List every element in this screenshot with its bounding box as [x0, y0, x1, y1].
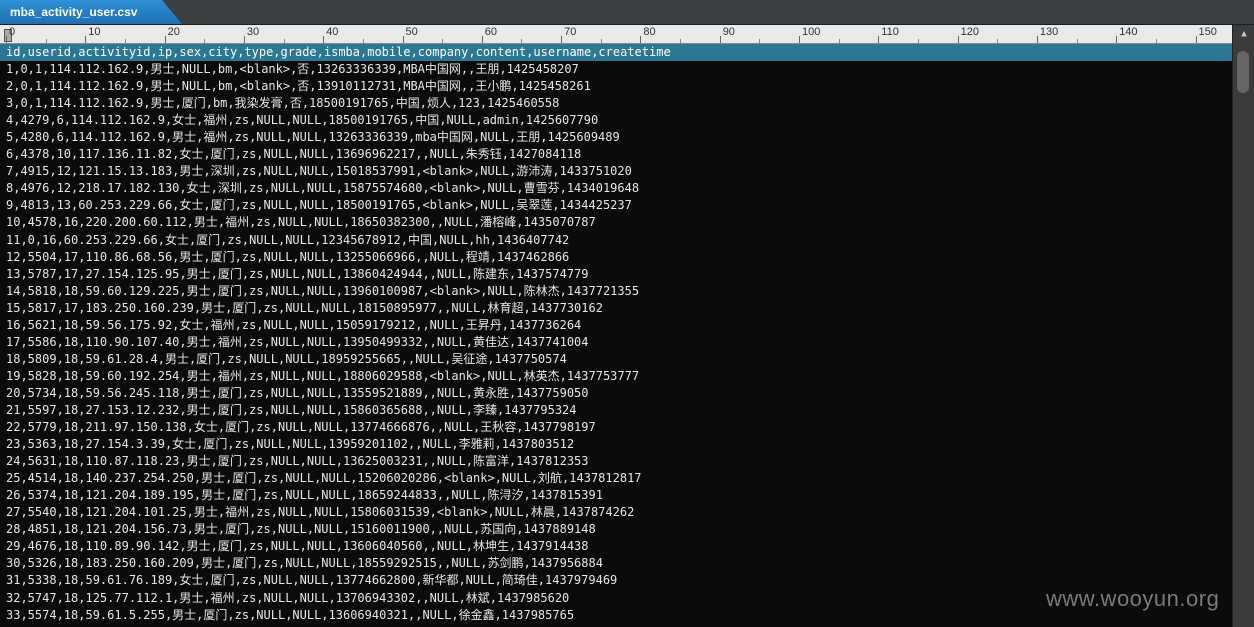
ruler-minor-tick [1076, 39, 1078, 43]
editor-line[interactable]: 6,4378,10,117.136.11.82,女士,厦门,zs,NULL,NU… [0, 146, 1232, 163]
editor-line[interactable]: 5,4280,6,114.112.162.9,男士,福州,zs,NULL,NUL… [0, 129, 1232, 146]
watermark: www.wooyun.org [1046, 586, 1220, 611]
ruler-label: 100 [802, 26, 821, 38]
editor-line[interactable]: 1,0,1,114.112.162.9,男士,NULL,bm,<blank>,否… [0, 61, 1232, 78]
chevron-up-icon[interactable]: ▲ [1236, 27, 1252, 41]
ruler-tick [799, 36, 800, 43]
ruler-label: 70 [564, 26, 577, 38]
editor-line[interactable]: 27,5540,18,121.204.101.25,男士,福州,zs,NULL,… [0, 504, 1232, 521]
editor-line[interactable]: 9,4813,13,60.253.229.66,女士,厦门,zs,NULL,NU… [0, 197, 1232, 214]
ruler-label: 130 [1039, 26, 1059, 38]
ruler-minor-tick [442, 39, 444, 43]
text-editor[interactable]: id,userid,activityid,ip,sex,city,type,gr… [0, 44, 1232, 627]
editor-line[interactable]: 7,4915,12,121.15.13.183,男士,深圳,zs,NULL,NU… [0, 163, 1232, 180]
ruler-label: 20 [167, 26, 180, 38]
editor-line[interactable]: 30,5326,18,183.250.160.209,男士,厦门,zs,NULL… [0, 555, 1232, 572]
ruler-tick [1116, 36, 1118, 43]
ruler-minor-tick [997, 39, 999, 43]
ruler-tick [6, 36, 7, 43]
ruler-minor-tick [362, 39, 364, 43]
ruler-label: 30 [246, 26, 260, 38]
ruler-tick [164, 36, 166, 43]
editor-line[interactable]: 28,4851,18,121.204.156.73,男士,厦门,zs,NULL,… [0, 521, 1232, 538]
column-ruler: 0 10 20 30 40 50 60 70 80 90 100 110 120 130 140 150 [0, 25, 1232, 44]
vertical-scrollbar[interactable]: ▲ [1232, 25, 1254, 627]
editor-line[interactable]: 16,5621,18,59.56.175.92,女士,福州,zs,NULL,NU… [0, 317, 1232, 334]
editor-line[interactable]: 15,5817,17,183.250.160.239,男士,厦门,zs,NULL… [0, 300, 1232, 317]
editor-line[interactable]: 11,0,16,60.253.229.66,女士,厦门,zs,NULL,NULL… [0, 232, 1232, 249]
ruler-label: 60 [484, 26, 498, 38]
ruler-label: 80 [643, 26, 656, 38]
ruler-minor-tick [204, 39, 206, 43]
editor-line[interactable]: 23,5363,18,27.154.3.39,女士,厦门,zs,NULL,NUL… [0, 436, 1232, 453]
editor-line[interactable]: 19,5828,18,59.60.192.254,男士,福州,zs,NULL,N… [0, 368, 1232, 385]
ruler-minor-tick [680, 39, 682, 43]
ruler-minor-tick [283, 39, 285, 43]
tab-file[interactable]: mba_activity_user.csv [0, 0, 182, 24]
ruler-tick [1195, 36, 1197, 43]
ruler-label: 110 [881, 26, 899, 38]
ruler-tick [561, 36, 563, 43]
ruler-minor-tick [521, 39, 523, 43]
editor-line[interactable]: 17,5586,18,110.90.107.40,男士,福州,zs,NULL,N… [0, 334, 1232, 351]
ruler-tick [640, 36, 642, 43]
editor-line[interactable]: 8,4976,12,218.17.182.130,女士,深圳,zs,NULL,N… [0, 180, 1232, 197]
editor-line[interactable]: 4,4279,6,114.112.162.9,女士,福州,zs,NULL,NUL… [0, 112, 1232, 129]
ruler-label: 40 [326, 26, 339, 38]
ruler-minor-tick [1155, 39, 1157, 43]
editor-line[interactable]: 20,5734,18,59.56.245.118,男士,厦门,zs,NULL,N… [0, 385, 1232, 402]
ruler-label: 10 [88, 26, 101, 38]
ruler-label: 150 [1198, 26, 1217, 38]
ruler-label: 50 [405, 26, 418, 38]
editor-line[interactable]: 18,5809,18,59.61.28.4,男士,厦门,zs,NULL,NULL… [0, 351, 1232, 368]
editor-line[interactable]: 13,5787,17,27.154.125.95,男士,厦门,zs,NULL,N… [0, 266, 1232, 283]
ruler-label: 140 [1119, 26, 1138, 38]
editor-line[interactable]: 21,5597,18,27.153.12.232,男士,厦门,zs,NULL,N… [0, 402, 1232, 419]
ruler-minor-tick [838, 39, 840, 43]
editor-line[interactable]: 2,0,1,114.112.162.9,男士,NULL,bm,<blank>,否… [0, 78, 1232, 95]
scrollbar-thumb[interactable] [1237, 51, 1249, 93]
ruler-tick [1036, 36, 1038, 43]
tab-bar: mba_activity_user.csv [0, 0, 1254, 25]
ruler-minor-tick [600, 39, 602, 43]
editor-line-header[interactable]: id,userid,activityid,ip,sex,city,type,gr… [0, 44, 1232, 62]
ruler-label: 120 [960, 26, 979, 38]
ruler-minor-tick [45, 39, 47, 43]
editor-line[interactable]: 12,5504,17,110.86.68.56,男士,厦门,zs,NULL,NU… [0, 249, 1232, 266]
ruler-tick [957, 36, 959, 43]
tab-title: mba_activity_user.csv [10, 5, 138, 19]
ruler-tick [719, 36, 721, 43]
editor-line[interactable]: 26,5374,18,121.204.189.195,男士,厦门,zs,NULL… [0, 487, 1232, 504]
ruler-minor-tick [124, 39, 126, 43]
editor-line[interactable]: 25,4514,18,140.237.254.250,男士,厦门,zs,NULL… [0, 470, 1232, 487]
ruler-tick [402, 36, 404, 43]
editor-line[interactable]: 14,5818,18,59.60.129.225,男士,厦门,zs,NULL,N… [0, 283, 1232, 300]
ruler-tick [243, 36, 245, 43]
ruler-label: 0 [9, 26, 16, 38]
ruler-minor-tick [917, 39, 919, 43]
editor-line[interactable]: 22,5779,18,211.97.150.138,女士,厦门,zs,NULL,… [0, 419, 1232, 436]
editor-line[interactable]: 24,5631,18,110.87.118.23,男士,厦门,zs,NULL,N… [0, 453, 1232, 470]
editor-line[interactable]: 10,4578,16,220.200.60.112,男士,福州,zs,NULL,… [0, 214, 1232, 231]
ruler-tick [481, 36, 483, 43]
ruler-minor-tick [759, 39, 761, 43]
ruler-tick [878, 36, 880, 43]
ruler-tick [85, 36, 87, 43]
editor-line[interactable]: 29,4676,18,110.89.90.142,男士,厦门,zs,NULL,N… [0, 538, 1232, 555]
ruler-tick [323, 36, 325, 43]
ruler-label: 90 [722, 26, 735, 38]
editor-line[interactable]: 3,0,1,114.112.162.9,男士,厦门,bm,我染发膏,否,1850… [0, 95, 1232, 112]
